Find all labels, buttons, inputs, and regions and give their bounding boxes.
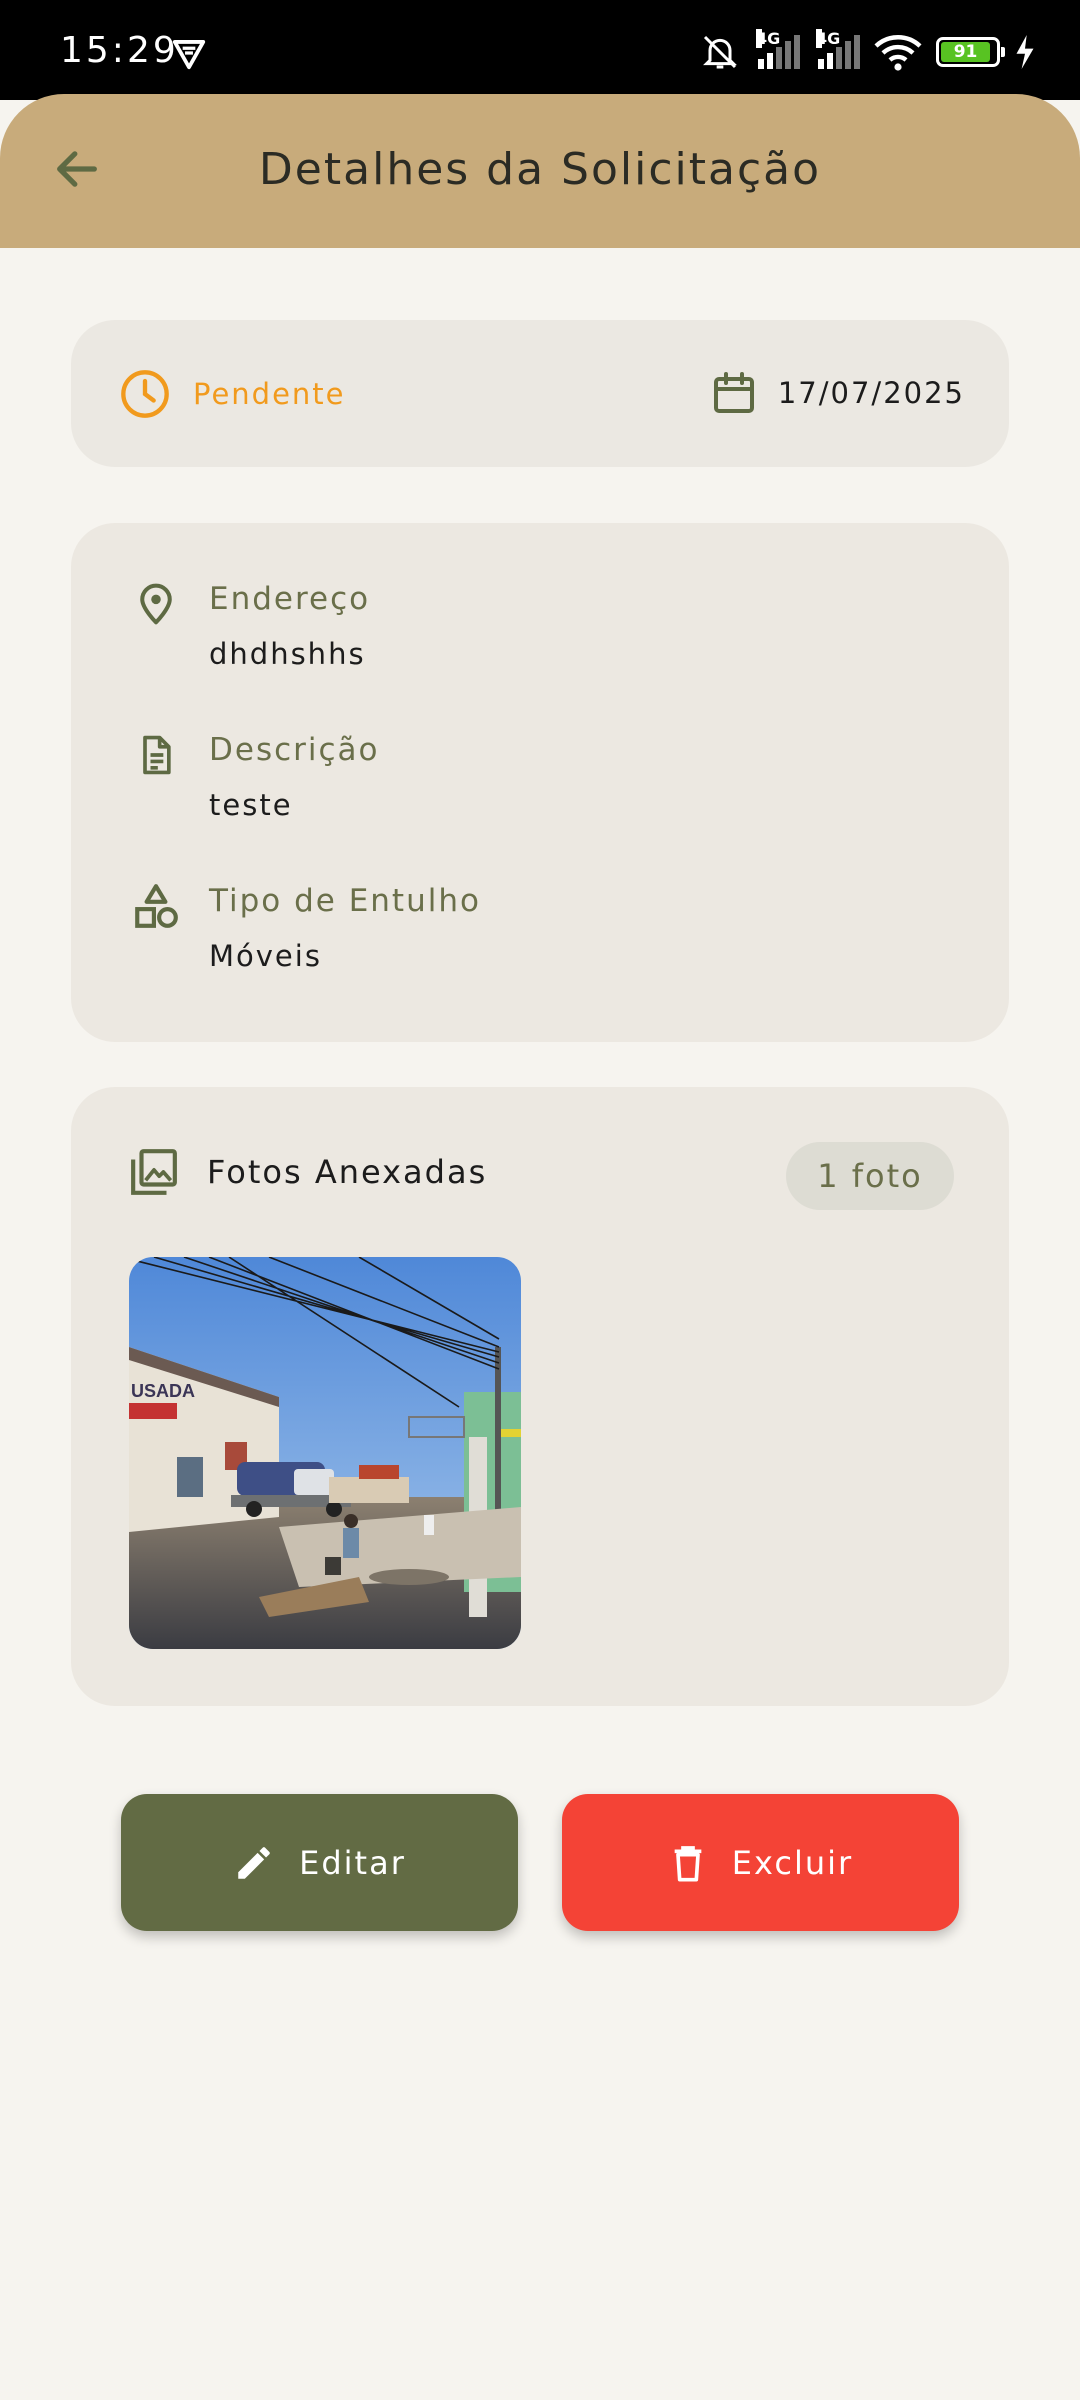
description-value: teste <box>209 788 293 822</box>
bell-muted-icon <box>703 35 737 69</box>
edit-button[interactable]: Editar <box>121 1794 518 1931</box>
location-pin-icon <box>131 579 181 629</box>
debris-type-label: Tipo de Entulho <box>209 883 481 919</box>
network-type-label-2: 4G <box>816 29 841 48</box>
pencil-icon <box>238 1846 270 1879</box>
photos-title: Fotos Anexadas <box>207 1153 488 1191</box>
battery-level: 91 <box>941 42 991 62</box>
edit-button-label: Editar <box>299 1843 406 1882</box>
date-group: 17/07/2025 <box>710 368 965 418</box>
delete-button[interactable]: Excluir <box>562 1794 959 1931</box>
document-icon <box>131 730 181 780</box>
shapes-icon <box>131 881 181 931</box>
photo-count-badge: 1 foto <box>786 1142 954 1210</box>
status-badge: Pendente <box>193 377 346 411</box>
address-row: Endereço dhdhshhs <box>131 579 370 671</box>
app-bar: Detalhes da Solicitação <box>0 94 1080 248</box>
wifi-icon <box>874 35 922 71</box>
signal-strength-icon: 4G <box>754 29 800 69</box>
svg-text:USADA: USADA <box>131 1381 195 1401</box>
signal-strength-icon-2: 4G <box>814 29 860 69</box>
screen: 15:29 4G 4G 91 Detalhes da Solicitação P… <box>0 0 1080 2400</box>
debris-type-row: Tipo de Entulho Móveis <box>131 881 481 973</box>
address-label: Endereço <box>209 581 371 617</box>
battery-icon: 91 <box>936 37 1005 67</box>
clock-icon <box>121 370 169 418</box>
status-card: Pendente 17/07/2025 <box>71 320 1009 467</box>
debris-type-value: Móveis <box>209 939 322 973</box>
charging-icon <box>1016 35 1034 69</box>
details-card: Endereço dhdhshhs Descrição teste Tipo d… <box>71 523 1009 1042</box>
photo-library-icon <box>131 1149 177 1195</box>
street-photo-image: USADA <box>129 1257 521 1649</box>
calendar-icon <box>713 372 754 413</box>
description-row: Descrição teste <box>131 730 380 822</box>
attached-photo[interactable]: USADA <box>129 1257 521 1649</box>
photos-card: Fotos Anexadas 1 foto USADA <box>71 1087 1009 1706</box>
address-value: dhdhshhs <box>209 637 366 671</box>
delete-button-label: Excluir <box>731 1843 854 1882</box>
status-bar: 15:29 4G 4G 91 <box>0 0 1080 100</box>
status-icons: 4G 4G 91 <box>700 29 1036 74</box>
page-title: Detalhes da Solicitação <box>258 144 822 195</box>
status-time: 15:29 <box>60 30 179 71</box>
trash-icon <box>674 1845 702 1881</box>
photos-header: Fotos Anexadas <box>129 1147 487 1197</box>
status-group: Pendente <box>119 368 346 420</box>
description-label: Descrição <box>209 732 380 768</box>
request-date: 17/07/2025 <box>777 376 965 410</box>
network-type-label: 4G <box>756 29 781 48</box>
vpn-shield-icon <box>172 40 206 70</box>
